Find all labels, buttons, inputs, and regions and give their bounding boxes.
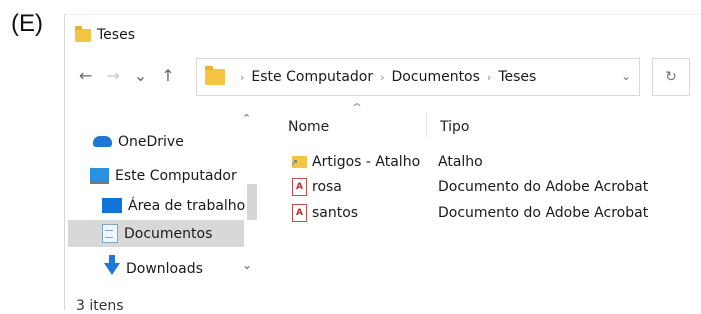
- refresh-icon: ↻: [665, 69, 677, 85]
- file-name[interactable]: rosa: [312, 179, 451, 195]
- address-folder-icon: [205, 66, 225, 85]
- sidebar-item-label: Este Computador: [115, 167, 237, 184]
- scroll-down-icon[interactable]: ⌄: [242, 258, 252, 272]
- refresh-button[interactable]: ↻: [652, 58, 690, 96]
- computer-icon: [90, 167, 109, 184]
- arrow-up-icon[interactable]: ↑: [161, 66, 174, 85]
- breadcrumb-separator-icon: ›: [380, 70, 385, 84]
- folder-icon: [75, 25, 91, 42]
- address-bar[interactable]: › Este Computador › Documentos › Teses ⌄: [196, 58, 640, 96]
- sidebar-item-this-computer[interactable]: Este Computador: [90, 162, 266, 189]
- arrow-left-icon[interactable]: ←: [79, 66, 92, 85]
- sidebar-item-documents[interactable]: Documentos: [68, 220, 244, 247]
- file-row[interactable]: Artigos - Atalho Atalho: [291, 151, 483, 173]
- window-title-bar: Teses: [75, 25, 135, 43]
- desktop-icon: [102, 198, 122, 213]
- chevron-down-icon[interactable]: ⌄: [134, 66, 147, 85]
- pdf-icon: A: [292, 178, 307, 196]
- sidebar-scrollbar[interactable]: ⌃ ⌄: [242, 112, 259, 284]
- pdf-icon: A: [292, 204, 307, 222]
- file-name[interactable]: Artigos - Atalho: [312, 154, 451, 170]
- sort-up-icon: ⌃: [349, 101, 365, 115]
- arrow-right-icon[interactable]: →: [106, 66, 119, 85]
- address-dropdown-icon[interactable]: ⌄: [621, 69, 631, 83]
- breadcrumb-separator-icon: ›: [240, 70, 245, 84]
- file-type: Documento do Adobe Acrobat: [438, 179, 649, 195]
- scroll-thumb[interactable]: [247, 184, 257, 220]
- figure-label: (E): [11, 10, 43, 37]
- column-header-type[interactable]: Tipo: [440, 119, 469, 135]
- breadcrumb-item-computer[interactable]: Este Computador: [251, 69, 373, 85]
- navigation-buttons: ← → ⌄ ↑: [79, 66, 175, 85]
- column-divider[interactable]: [426, 112, 427, 137]
- sidebar-item-label: Documentos: [124, 225, 213, 242]
- download-icon: [104, 254, 120, 275]
- column-header-name[interactable]: Nome: [288, 119, 329, 135]
- file-type: Documento do Adobe Acrobat: [438, 205, 649, 221]
- cloud-icon: [93, 136, 112, 147]
- sidebar-item-label: Downloads: [126, 260, 203, 277]
- breadcrumb-separator-icon: ›: [486, 70, 492, 84]
- breadcrumb-item-documents[interactable]: Documentos: [392, 69, 480, 85]
- file-row[interactable]: A rosa Documento do Adobe Acrobat: [292, 176, 648, 198]
- navigation-sidebar: OneDrive Este Computador Área de trabalh…: [68, 110, 258, 300]
- breadcrumb-item-theses[interactable]: Teses: [498, 69, 536, 85]
- documents-icon: [102, 224, 118, 243]
- status-bar-item-count: 3 itens: [76, 298, 124, 314]
- sidebar-item-label: Área de trabalho: [128, 197, 246, 214]
- scroll-up-icon[interactable]: ⌃: [242, 112, 251, 125]
- shortcut-icon: [291, 156, 307, 168]
- file-row[interactable]: A santos Documento do Adobe Acrobat: [292, 202, 648, 224]
- window-title: Teses: [97, 27, 135, 43]
- sidebar-item-label: OneDrive: [118, 133, 184, 150]
- file-type: Atalho: [438, 154, 483, 170]
- file-name[interactable]: santos: [312, 205, 451, 221]
